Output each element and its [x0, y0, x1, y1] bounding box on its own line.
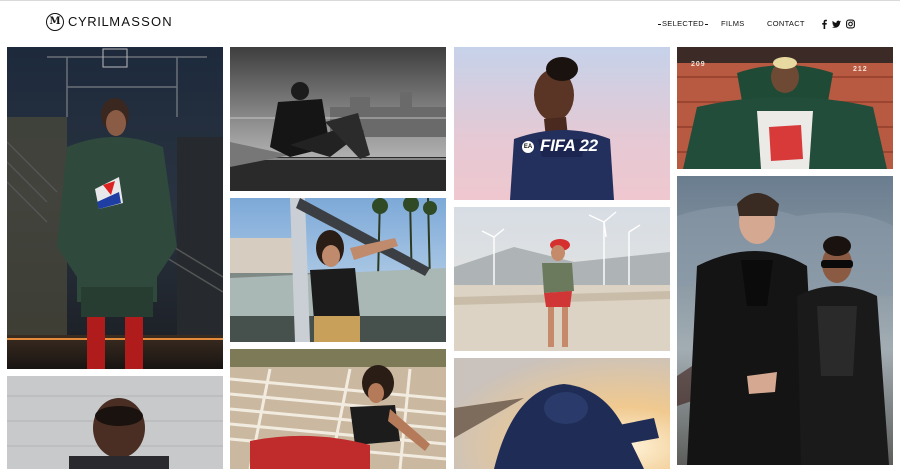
- photo-tile-mbappe-portrait[interactable]: [7, 376, 223, 469]
- photo-tile-wind-turbines[interactable]: [454, 207, 670, 351]
- jersey-number-right: 212: [853, 66, 868, 73]
- photo-basketball-court: [7, 47, 223, 369]
- photo-fifa22-cover: [454, 47, 670, 200]
- photo-tile-car-palm-trees[interactable]: [230, 198, 446, 342]
- photo-car-palm-trees: [230, 198, 446, 342]
- photo-mbappe-portrait: [7, 376, 223, 469]
- photo-tile-pattinson-kravitz[interactable]: [677, 176, 893, 465]
- nav-films[interactable]: FILMS: [721, 19, 745, 29]
- photo-tile-neymar-stadium[interactable]: 209 212: [677, 47, 893, 169]
- site-header: M CYRILMASSON SELECTED FILMS CONTACT: [0, 1, 900, 46]
- instagram-icon[interactable]: [846, 19, 855, 29]
- nav-contact[interactable]: CONTACT: [767, 19, 805, 29]
- photo-tile-sunset-hoodie[interactable]: [454, 358, 670, 469]
- fifa-title: FIFA 22: [540, 136, 598, 155]
- photo-sunbed: [230, 349, 446, 469]
- photo-tile-sunbed[interactable]: [230, 349, 446, 469]
- photo-sunset-hoodie: [454, 358, 670, 469]
- twitter-icon[interactable]: [832, 19, 841, 29]
- nav-selected[interactable]: SELECTED: [658, 19, 708, 29]
- fifa-badge: EA: [522, 141, 534, 153]
- main-nav: SELECTED FILMS CONTACT: [0, 19, 900, 33]
- jersey-number-left: 209: [691, 61, 706, 68]
- photo-pattinson-kravitz: [677, 176, 893, 465]
- photo-tile-fifa22-cover[interactable]: EA FIFA 22: [454, 47, 670, 200]
- photo-rooftop-bw: [230, 47, 446, 191]
- photo-wind-turbines: [454, 207, 670, 351]
- photo-tile-basketball-court[interactable]: [7, 47, 223, 369]
- photo-tile-rooftop-bw[interactable]: [230, 47, 446, 191]
- facebook-icon[interactable]: [820, 19, 829, 29]
